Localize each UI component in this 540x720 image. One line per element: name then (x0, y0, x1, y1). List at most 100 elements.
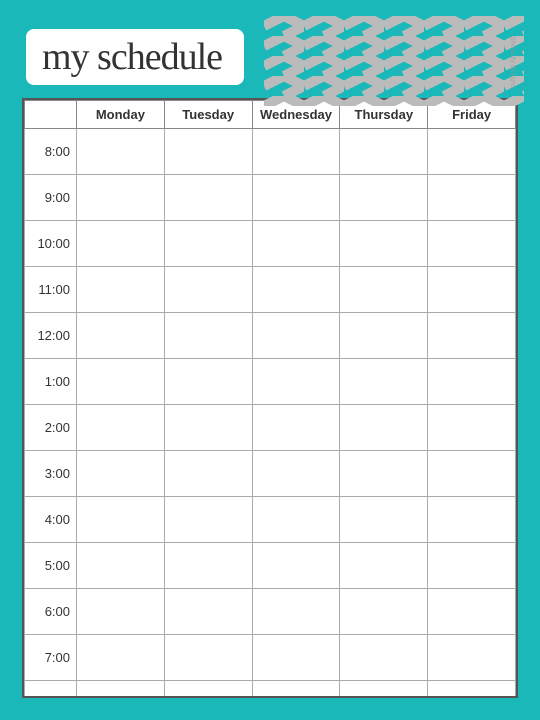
schedule-cell[interactable] (428, 635, 516, 681)
table-row: 1:00 (25, 359, 516, 405)
schedule-cell[interactable] (77, 497, 165, 543)
schedule-cell[interactable] (164, 589, 252, 635)
header-tuesday: Tuesday (164, 101, 252, 129)
schedule-cell[interactable] (77, 451, 165, 497)
schedule-cell[interactable] (340, 405, 428, 451)
schedule-cell[interactable] (428, 451, 516, 497)
page-title: my schedule (42, 36, 222, 78)
time-label: 3:00 (25, 451, 77, 497)
schedule-cell[interactable] (428, 221, 516, 267)
schedule-cell[interactable] (340, 359, 428, 405)
schedule-cell[interactable] (164, 451, 252, 497)
schedule-cell[interactable] (428, 129, 516, 175)
schedule-cell[interactable] (252, 497, 340, 543)
schedule-cell[interactable] (428, 267, 516, 313)
schedule-cell[interactable] (340, 681, 428, 699)
schedule-cell[interactable] (428, 405, 516, 451)
schedule-cell[interactable] (252, 359, 340, 405)
schedule-cell[interactable] (428, 497, 516, 543)
schedule-cell[interactable] (77, 543, 165, 589)
schedule-cell[interactable] (77, 681, 165, 699)
schedule-cell[interactable] (164, 543, 252, 589)
table-row: 4:00 (25, 497, 516, 543)
schedule-cell[interactable] (252, 313, 340, 359)
table-row: 11:00 (25, 267, 516, 313)
time-label: 8:00 (25, 129, 77, 175)
time-label: 5:00 (25, 543, 77, 589)
schedule-cell[interactable] (164, 175, 252, 221)
schedule-cell[interactable] (164, 405, 252, 451)
schedule-cell[interactable] (252, 267, 340, 313)
schedule-cell[interactable] (252, 635, 340, 681)
schedule-cell[interactable] (252, 543, 340, 589)
schedule-cell[interactable] (428, 589, 516, 635)
schedule-cell[interactable] (252, 451, 340, 497)
schedule-cell[interactable] (252, 681, 340, 699)
table-row: 10:00 (25, 221, 516, 267)
table-row: 5:00 (25, 543, 516, 589)
time-label: 6:00 (25, 589, 77, 635)
schedule-cell[interactable] (164, 359, 252, 405)
schedule-cell[interactable] (77, 313, 165, 359)
schedule-cell[interactable] (340, 221, 428, 267)
schedule-cell[interactable] (77, 129, 165, 175)
schedule-cell[interactable] (340, 635, 428, 681)
schedule-cell[interactable] (252, 129, 340, 175)
schedule-cell[interactable] (340, 543, 428, 589)
schedule-cell[interactable] (428, 681, 516, 699)
time-label: 10:00 (25, 221, 77, 267)
schedule-cell[interactable] (340, 313, 428, 359)
schedule-cell[interactable] (164, 267, 252, 313)
schedule-cell[interactable] (77, 635, 165, 681)
schedule-cell[interactable] (340, 589, 428, 635)
schedule-cell[interactable] (164, 681, 252, 699)
time-label: 11:00 (25, 267, 77, 313)
schedule-cell[interactable] (428, 175, 516, 221)
table-row: 8:00 (25, 681, 516, 699)
schedule-cell[interactable] (340, 451, 428, 497)
watermark: SheeLily designs (509, 36, 516, 89)
time-label: 4:00 (25, 497, 77, 543)
schedule-cell[interactable] (164, 497, 252, 543)
schedule-cell[interactable] (77, 359, 165, 405)
schedule-cell[interactable] (252, 221, 340, 267)
time-header (25, 101, 77, 129)
schedule-cell[interactable] (164, 221, 252, 267)
time-label: 12:00 (25, 313, 77, 359)
table-row: 7:00 (25, 635, 516, 681)
schedule-cell[interactable] (340, 129, 428, 175)
table-row: 2:00 (25, 405, 516, 451)
schedule-cell[interactable] (340, 267, 428, 313)
time-label: 2:00 (25, 405, 77, 451)
schedule-cell[interactable] (340, 497, 428, 543)
time-label: 9:00 (25, 175, 77, 221)
schedule-cell[interactable] (340, 175, 428, 221)
title-area: my schedule (16, 16, 524, 98)
schedule-cell[interactable] (77, 589, 165, 635)
table-row: 8:00 (25, 129, 516, 175)
schedule-container: SheeLily designs my schedule Monday Tues… (10, 10, 530, 710)
schedule-cell[interactable] (77, 221, 165, 267)
table-row: 3:00 (25, 451, 516, 497)
table-row: 9:00 (25, 175, 516, 221)
schedule-cell[interactable] (428, 543, 516, 589)
title-box: my schedule (26, 29, 244, 85)
schedule-cell[interactable] (252, 175, 340, 221)
schedule-cell[interactable] (77, 175, 165, 221)
time-label: 7:00 (25, 635, 77, 681)
schedule-cell[interactable] (252, 589, 340, 635)
schedule-cell[interactable] (164, 313, 252, 359)
schedule-table: Monday Tuesday Wednesday Thursday Friday… (24, 100, 516, 698)
schedule-cell[interactable] (164, 129, 252, 175)
schedule-cell[interactable] (77, 405, 165, 451)
schedule-cell[interactable] (252, 405, 340, 451)
time-label: 1:00 (25, 359, 77, 405)
schedule-cell[interactable] (428, 359, 516, 405)
header-monday: Monday (77, 101, 165, 129)
schedule-cell[interactable] (77, 267, 165, 313)
schedule-table-container: Monday Tuesday Wednesday Thursday Friday… (22, 98, 518, 698)
table-row: 6:00 (25, 589, 516, 635)
schedule-cell[interactable] (428, 313, 516, 359)
schedule-cell[interactable] (164, 635, 252, 681)
table-row: 12:00 (25, 313, 516, 359)
